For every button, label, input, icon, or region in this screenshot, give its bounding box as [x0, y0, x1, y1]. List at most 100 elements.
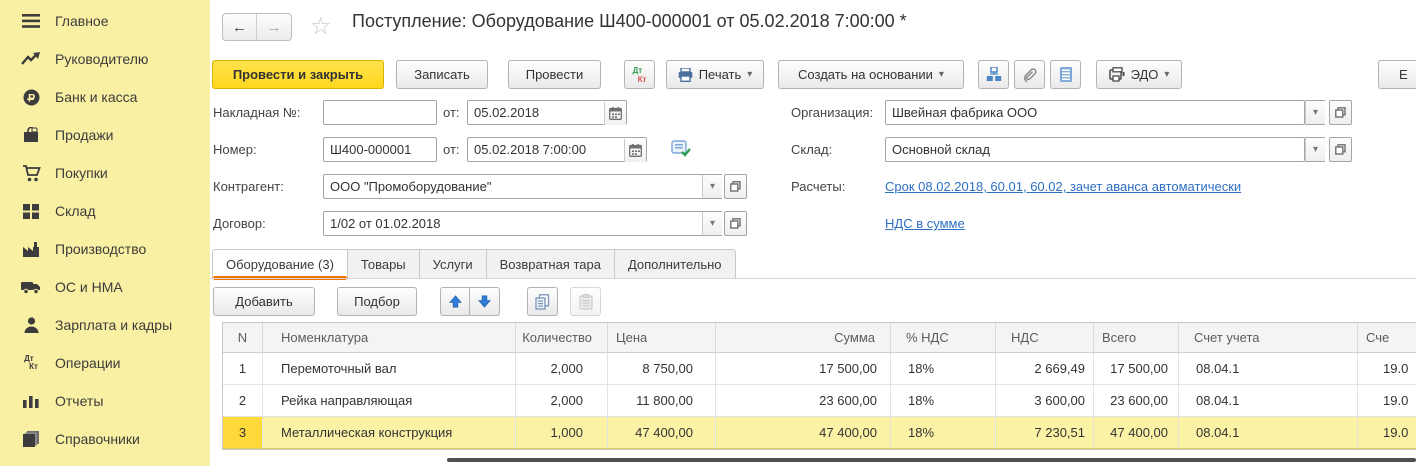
print-button[interactable]: Печать▾	[666, 60, 764, 89]
column-header-sum[interactable]: Сумма	[716, 323, 891, 353]
column-header-n[interactable]: N	[223, 323, 263, 353]
tab-services[interactable]: Услуги	[420, 249, 487, 279]
add-row-button[interactable]: Добавить	[213, 287, 315, 316]
forward-button[interactable]: →	[257, 14, 291, 40]
column-header-nomenclature[interactable]: Номенклатура	[263, 323, 516, 353]
sidebar-item-production[interactable]: Производство	[0, 230, 210, 268]
sidebar-item-label: Справочники	[55, 431, 140, 447]
dtkt-icon: ДтКт	[633, 66, 647, 84]
tab-strip: Оборудование (3) Товары Услуги Возвратна…	[212, 248, 736, 279]
number-label: Номер:	[213, 142, 257, 157]
menu-icon	[19, 14, 43, 28]
counterparty-input[interactable]: ООО "Промоборудование"	[323, 174, 722, 199]
column-header-vat-account[interactable]: Сче	[1358, 323, 1416, 353]
truck-icon	[19, 280, 43, 294]
horizontal-scrollbar[interactable]	[447, 458, 1416, 462]
tab-goods[interactable]: Товары	[348, 249, 420, 279]
pick-button[interactable]: Подбор	[337, 287, 417, 316]
books-icon	[19, 431, 43, 447]
sidebar-item-bank-cash[interactable]: Р Банк и касса	[0, 78, 210, 116]
move-row-down-button[interactable]	[470, 287, 500, 316]
table-row[interactable]: 2 Рейка направляющая 2,000 11 800,00 23 …	[223, 385, 1416, 417]
arrow-up-icon	[449, 295, 462, 308]
organization-open-button[interactable]	[1329, 100, 1352, 125]
save-button[interactable]: Записать	[396, 60, 488, 89]
move-row-up-button[interactable]	[440, 287, 470, 316]
favorite-star-icon[interactable]: ☆	[310, 12, 332, 41]
number-from-label: от:	[443, 142, 460, 157]
more-button[interactable]: Е	[1378, 60, 1416, 89]
tab-returnable-packaging[interactable]: Возвратная тара	[487, 249, 615, 279]
warehouse-open-button[interactable]	[1329, 137, 1352, 162]
column-header-total[interactable]: Всего	[1094, 323, 1179, 353]
sidebar-item-label: Зарплата и кадры	[55, 317, 172, 333]
report-list-button[interactable]	[1050, 60, 1081, 89]
vat-in-sum-link[interactable]: НДС в сумме	[885, 216, 965, 231]
warehouse-dropdown-caret[interactable]: ▾	[1305, 137, 1325, 162]
column-header-price[interactable]: Цена	[608, 323, 716, 353]
structure-links-button[interactable]	[978, 60, 1009, 89]
tab-additional[interactable]: Дополнительно	[615, 249, 736, 279]
counterparty-dropdown-caret[interactable]: ▾	[702, 174, 722, 199]
settlements-link[interactable]: Срок 08.02.2018, 60.01, 60.02, зачет ава…	[885, 179, 1241, 194]
document-datetime-input[interactable]: 05.02.2018 7:00:00	[467, 137, 647, 162]
chevron-down-icon: ▾	[939, 69, 944, 80]
sidebar-item-sales[interactable]: Продажи	[0, 116, 210, 154]
counterparty-label: Контрагент:	[213, 179, 284, 194]
items-table: N Номенклатура Количество Цена Сумма % Н…	[222, 322, 1416, 450]
contract-input[interactable]: 1/02 от 01.02.2018	[323, 211, 722, 236]
sidebar-item-fixed-assets[interactable]: ОС и НМА	[0, 268, 210, 306]
paste-rows-button[interactable]	[570, 287, 601, 316]
copy-rows-button[interactable]	[527, 287, 558, 316]
person-icon	[19, 317, 43, 333]
sidebar-item-label: Главное	[55, 13, 109, 29]
table-toolbar: Добавить Подбор	[210, 287, 1416, 317]
sidebar-item-label: Продажи	[55, 127, 113, 143]
paste-icon	[579, 294, 593, 310]
list-icon	[1060, 67, 1072, 82]
tab-equipment[interactable]: Оборудование (3)	[212, 249, 348, 279]
boxes-icon	[19, 204, 43, 219]
organization-dropdown-caret[interactable]: ▾	[1305, 100, 1325, 125]
document-toolbar: Провести и закрыть Записать Провести ДтК…	[210, 60, 1416, 90]
sidebar-item-manager[interactable]: Руководителю	[0, 40, 210, 78]
attachments-button[interactable]	[1014, 60, 1045, 89]
document-window: ← → ☆ Поступление: Оборудование Ш400-000…	[210, 0, 1416, 466]
invoice-date-input[interactable]: 05.02.2018	[467, 100, 627, 125]
chevron-down-icon: ▾	[1164, 69, 1169, 80]
factory-icon	[19, 242, 43, 257]
warehouse-input[interactable]: Основной склад	[885, 137, 1305, 162]
calendar-icon[interactable]	[624, 139, 646, 162]
page-title: Поступление: Оборудование Ш400-000001 от…	[352, 11, 907, 32]
edo-button[interactable]: ЭДО▾	[1096, 60, 1182, 89]
sidebar-item-salary-hr[interactable]: Зарплата и кадры	[0, 306, 210, 344]
invoice-number-input[interactable]	[323, 100, 437, 125]
back-button[interactable]: ←	[223, 14, 257, 40]
dtkt-postings-button[interactable]: ДтКт	[624, 60, 655, 89]
contract-dropdown-caret[interactable]: ▾	[702, 211, 722, 236]
sidebar-item-main[interactable]: Главное	[0, 2, 210, 40]
counterparty-open-button[interactable]	[724, 174, 747, 199]
sidebar-item-warehouse[interactable]: Склад	[0, 192, 210, 230]
column-header-quantity[interactable]: Количество	[516, 323, 608, 353]
column-header-vat[interactable]: НДС	[996, 323, 1094, 353]
create-based-on-button[interactable]: Создать на основании▾	[778, 60, 964, 89]
number-input[interactable]	[323, 137, 437, 162]
set-time-check-icon[interactable]	[671, 140, 691, 158]
table-row[interactable]: 1 Перемоточный вал 2,000 8 750,00 17 500…	[223, 353, 1416, 385]
post-button[interactable]: Провести	[508, 60, 601, 89]
contract-open-button[interactable]	[724, 211, 747, 236]
table-header-row: N Номенклатура Количество Цена Сумма % Н…	[223, 323, 1416, 353]
cart-icon	[19, 165, 43, 182]
sidebar-item-operations[interactable]: ДтКт Операции	[0, 344, 210, 382]
column-header-vat-rate[interactable]: % НДС	[891, 323, 996, 353]
sidebar-item-purchases[interactable]: Покупки	[0, 154, 210, 192]
organization-input[interactable]: Швейная фабрика ООО	[885, 100, 1305, 125]
post-and-close-button[interactable]: Провести и закрыть	[212, 60, 384, 89]
table-row-selected[interactable]: 3 Металлическая конструкция 1,000 47 400…	[223, 417, 1416, 449]
column-header-account[interactable]: Счет учета	[1179, 323, 1358, 353]
svg-text:Р: Р	[28, 92, 35, 104]
sidebar-item-reports[interactable]: Отчеты	[0, 382, 210, 420]
sidebar-item-references[interactable]: Справочники	[0, 420, 210, 458]
calendar-icon[interactable]	[604, 102, 626, 125]
